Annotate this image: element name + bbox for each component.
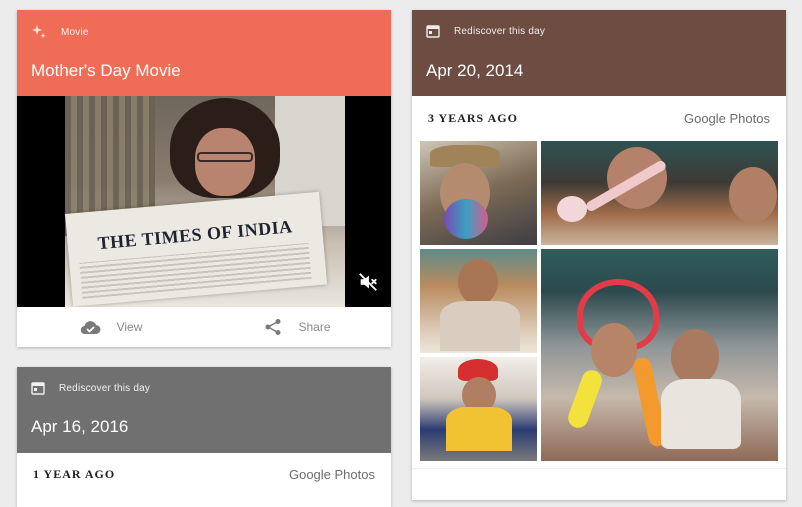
photo-tile[interactable] (420, 357, 537, 461)
photo-tile[interactable] (420, 141, 537, 245)
rediscover-2014-category-label: Rediscover this day (454, 25, 546, 37)
rediscover-2014-header: Rediscover this day Apr 20, 2014 (412, 10, 786, 96)
photo-tile[interactable] (541, 249, 778, 461)
rediscover-card-2016[interactable]: Rediscover this day Apr 16, 2016 1 YEAR … (17, 367, 391, 507)
movie-thumbnail: THE TIMES OF INDIA (65, 96, 345, 307)
share-icon (264, 318, 282, 336)
share-button[interactable]: Share (204, 318, 391, 336)
rediscover-2016-category: Rediscover this day (31, 381, 150, 395)
years-ago-label: 1 YEAR AGO (33, 467, 116, 481)
photo-tile[interactable] (420, 249, 537, 353)
movie-video-player[interactable]: THE TIMES OF INDIA (17, 96, 391, 307)
rediscover-2016-date: Apr 16, 2016 (31, 417, 129, 436)
shirt (440, 301, 520, 351)
person-glasses (197, 152, 253, 162)
person-face (195, 128, 255, 196)
movie-actions: View Share (17, 307, 391, 347)
view-label: View (116, 320, 143, 334)
face (729, 167, 777, 223)
rediscover-2014-date: Apr 20, 2014 (426, 61, 524, 80)
cloud-check-icon (79, 319, 101, 335)
movie-category-label: Movie (61, 26, 89, 38)
google-photos-logo: Google Photos (288, 467, 375, 482)
years-ago-label: 3 YEARS AGO (428, 111, 518, 125)
face (591, 323, 637, 377)
costume (446, 407, 512, 451)
balloon (565, 367, 605, 431)
rediscover-2014-subheader: 3 YEARS AGO Google Photos (412, 111, 786, 126)
rediscover-card-2014[interactable]: Rediscover this day Apr 20, 2014 3 YEARS… (412, 10, 786, 500)
shirt (661, 379, 741, 449)
rediscover-2014-category: Rediscover this day (426, 24, 545, 38)
movie-title: Mother's Day Movie (31, 61, 181, 80)
calendar-icon (31, 381, 45, 395)
rediscover-2016-subheader: 1 YEAR AGO Google Photos (17, 467, 391, 482)
calendar-icon (426, 24, 440, 38)
movie-category: Movie (31, 24, 89, 40)
face (458, 259, 498, 305)
volume-off-icon[interactable] (357, 271, 379, 293)
movie-card-header: Movie Mother's Day Movie (17, 10, 391, 96)
view-button[interactable]: View (17, 319, 204, 335)
sparkle-icon (31, 24, 47, 40)
movie-card[interactable]: Movie Mother's Day Movie THE TIMES OF IN… (17, 10, 391, 347)
balloon (557, 196, 587, 222)
rediscover-2016-category-label: Rediscover this day (59, 382, 151, 394)
photo-tile[interactable] (541, 141, 778, 245)
face (671, 329, 719, 385)
google-photos-logo: Google Photos (683, 111, 770, 126)
share-label: Share (298, 320, 331, 334)
rediscover-2016-header: Rediscover this day Apr 16, 2016 (17, 367, 391, 453)
rediscover-2014-actions (412, 468, 786, 500)
beard (444, 199, 488, 239)
